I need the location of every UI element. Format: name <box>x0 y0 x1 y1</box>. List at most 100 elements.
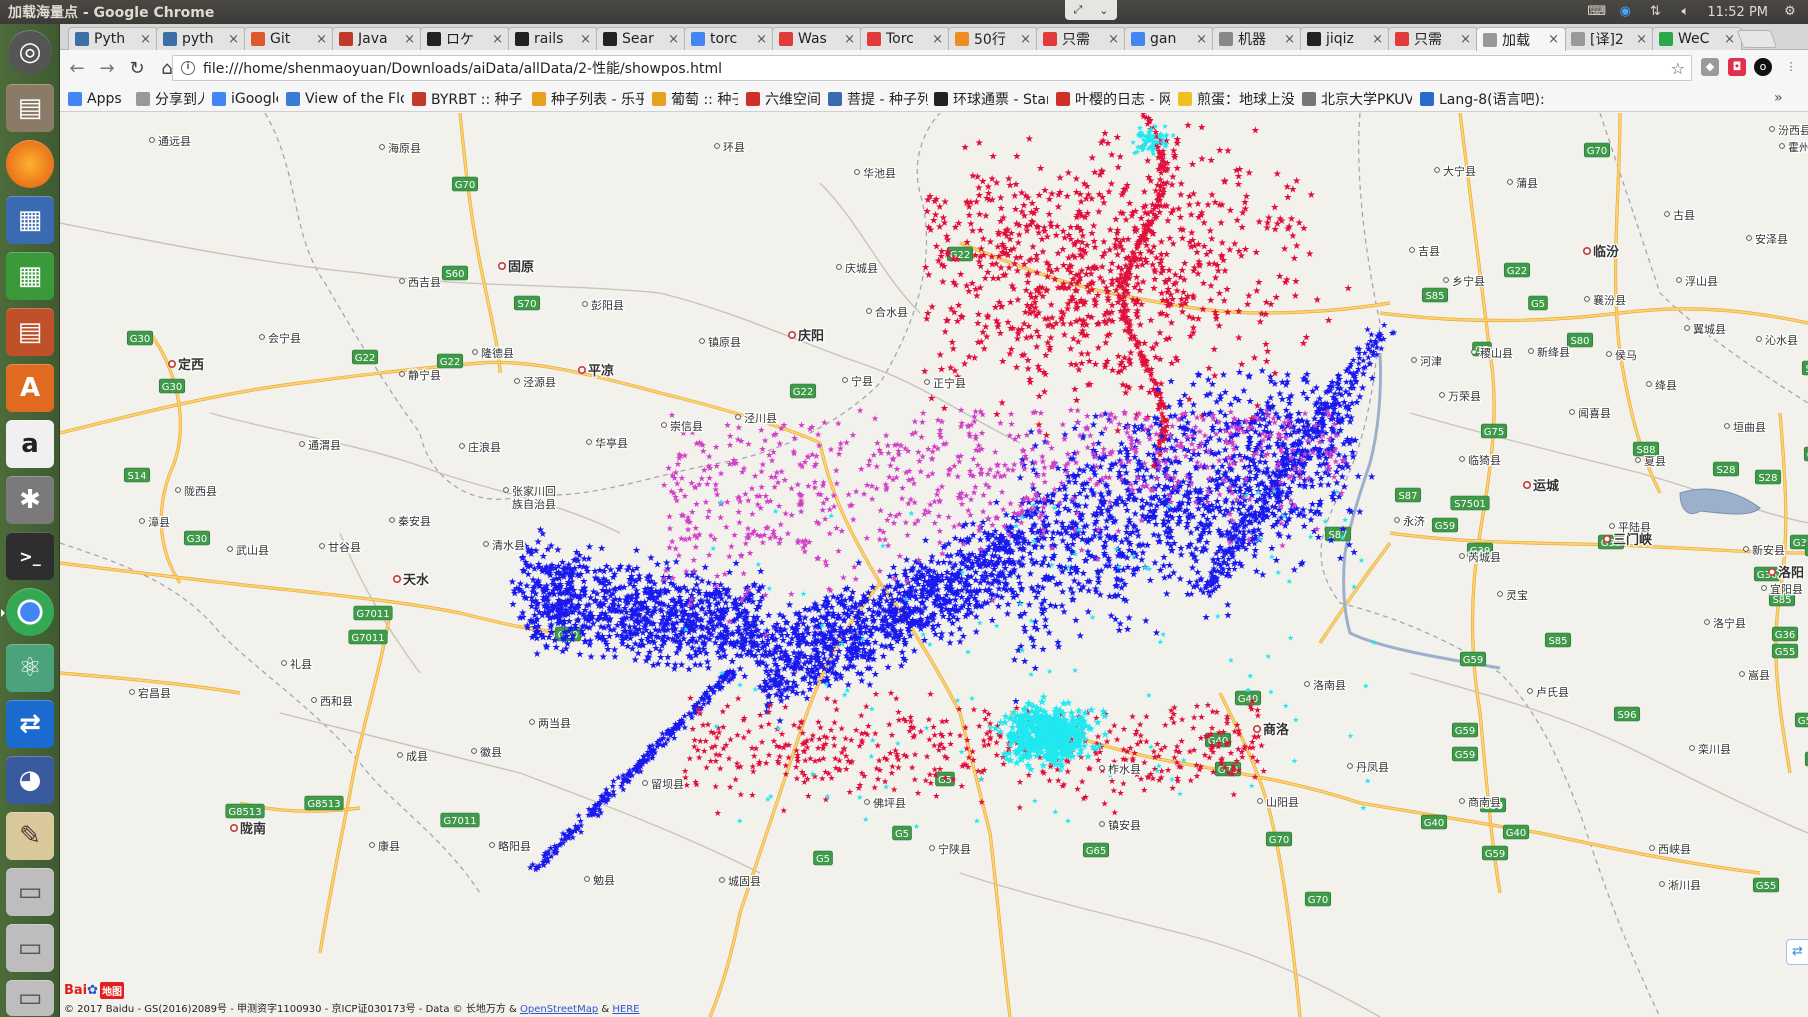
pidgin-icon[interactable]: ◕ <box>6 756 54 804</box>
reload-icon[interactable]: ↻ <box>124 55 150 81</box>
tab-3[interactable]: Java × <box>332 27 422 50</box>
tab-1[interactable]: pyth × <box>156 27 246 50</box>
software-center-icon[interactable]: A <box>6 364 54 412</box>
tab-17[interactable]: [译]2 × <box>1564 27 1654 50</box>
bookmark-3[interactable]: View of the Flow <box>286 90 404 108</box>
teamviewer-launcher-icon[interactable]: ⇄ <box>6 700 54 748</box>
bookmark-12[interactable]: 北京大学PKUVIS <box>1302 90 1412 108</box>
mass-point: ★ <box>979 328 988 339</box>
window-controls[interactable]: ⤢ ⌄ <box>1065 0 1117 20</box>
tab-12[interactable]: gan × <box>1124 27 1214 50</box>
tab-9[interactable]: Torc × <box>860 27 950 50</box>
mass-point: ★ <box>631 655 640 666</box>
close-tab-icon[interactable]: × <box>932 32 943 47</box>
chevron-down-icon[interactable]: ⌄ <box>1099 4 1108 17</box>
tab-4[interactable]: ロケ × <box>420 27 510 50</box>
tab-15[interactable]: 只需 × <box>1388 27 1478 50</box>
teamviewer-icon[interactable]: ◉ <box>1617 5 1633 19</box>
bookmark-6[interactable]: 葡萄 :: 种子 <box>652 90 738 108</box>
pocket-icon[interactable]: ◘ <box>1728 58 1746 76</box>
more-bookmarks-icon[interactable]: » <box>1774 90 1783 106</box>
close-tab-icon[interactable]: × <box>1020 32 1031 47</box>
tab-14[interactable]: jiqiz × <box>1300 27 1390 50</box>
mass-point: ★ <box>1184 121 1193 132</box>
terminal-icon[interactable]: >_ <box>6 532 54 580</box>
close-tab-icon[interactable]: × <box>1460 32 1471 47</box>
bookmark-0[interactable]: Apps <box>68 90 126 108</box>
close-tab-icon[interactable]: × <box>756 32 767 47</box>
bookmark-11[interactable]: 煎蛋：地球上没有 <box>1178 90 1294 108</box>
calc-icon[interactable]: ▦ <box>6 252 54 300</box>
close-tab-icon[interactable]: × <box>844 32 855 47</box>
bookmark-4[interactable]: BYRBT :: 种子 - P <box>412 90 524 108</box>
settings-icon[interactable]: ✱ <box>6 476 54 524</box>
drive-icon-3[interactable]: ▭ <box>6 980 54 1016</box>
baidu-map[interactable]: G70 S60 S70 G30 G22 G22 G30 G22 G22 G22 S85 G5 G5 S80… <box>60 113 1808 1017</box>
map-canvas[interactable]: G70S60S70G30G22 G22G30 G22G22G22S85G5G5S80… <box>60 113 1808 1017</box>
close-tab-icon[interactable]: × <box>1372 32 1383 47</box>
close-tab-icon[interactable]: × <box>1548 32 1559 47</box>
forward-arrow-icon[interactable]: → <box>94 55 120 81</box>
impress-icon[interactable]: ▤ <box>6 308 54 356</box>
chrome-menu-icon[interactable]: ⋮ <box>1782 58 1800 76</box>
close-tab-icon[interactable]: × <box>580 32 591 47</box>
tab-6[interactable]: Sear × <box>596 27 686 50</box>
close-tab-icon[interactable]: × <box>1196 32 1207 47</box>
chrome-icon[interactable] <box>1 588 54 636</box>
close-tab-icon[interactable]: × <box>1108 32 1119 47</box>
clock[interactable]: 11:52 PM <box>1707 5 1768 20</box>
address-bar[interactable]: i file:///home/shenmaoyuan/Downloads/aiD… <box>172 55 1692 81</box>
bookmark-7[interactable]: 六维空间 <box>746 90 820 108</box>
close-tab-icon[interactable]: × <box>228 32 239 47</box>
close-tab-icon[interactable]: × <box>140 32 151 47</box>
bookmark-8[interactable]: 菩提 - 种子列表 <box>828 90 928 108</box>
bookmark-star-icon[interactable]: ☆ <box>1671 59 1685 78</box>
tab-18[interactable]: WeC × <box>1652 27 1742 50</box>
restore-icon[interactable]: ⤢ <box>1073 3 1082 17</box>
close-tab-icon[interactable]: × <box>316 32 327 47</box>
new-tab-button[interactable] <box>1736 30 1778 48</box>
ubuntu-dash-icon[interactable]: ◎ <box>8 30 52 74</box>
mass-point: ★ <box>939 558 948 569</box>
tab-13[interactable]: 机器 × <box>1212 27 1302 50</box>
bookmark-13[interactable]: Lang-8(语言吧): <box>1420 90 1560 108</box>
close-tab-icon[interactable]: × <box>492 32 503 47</box>
amazon-icon[interactable]: a <box>6 420 54 468</box>
tab-7[interactable]: torc × <box>684 27 774 50</box>
tab-0[interactable]: Pyth × <box>68 27 158 50</box>
tab-8[interactable]: Was × <box>772 27 862 50</box>
gear-icon[interactable]: ⚙ <box>1782 5 1798 19</box>
tab-10[interactable]: 50行 × <box>948 27 1038 50</box>
text-editor-icon[interactable]: ✎ <box>6 812 54 860</box>
close-tab-icon[interactable]: × <box>668 32 679 47</box>
atom-icon[interactable]: ⚛ <box>6 644 54 692</box>
firefox-icon[interactable] <box>6 140 54 188</box>
keyboard-icon[interactable]: ⌨ <box>1587 5 1606 19</box>
close-tab-icon[interactable]: × <box>1636 32 1647 47</box>
writer-icon[interactable]: ▦ <box>6 196 54 244</box>
bookmark-1[interactable]: 分享到人人 <box>136 90 204 108</box>
bookmark-5[interactable]: 种子列表 - 乐乎P <box>532 90 644 108</box>
volume-icon[interactable]: 🔈︎ <box>1677 5 1693 19</box>
info-icon[interactable]: i <box>181 61 195 75</box>
bookmark-2[interactable]: iGoogle <box>212 90 278 108</box>
drive-icon[interactable]: ▭ <box>6 868 54 916</box>
tab-16[interactable]: 加载 × <box>1476 27 1566 51</box>
tab-11[interactable]: 只需 × <box>1036 27 1126 50</box>
files-icon[interactable]: ▤ <box>6 84 54 132</box>
close-tab-icon[interactable]: × <box>404 32 415 47</box>
extension-icon[interactable]: ◆ <box>1701 58 1719 76</box>
tab-2[interactable]: Git × <box>244 27 334 50</box>
drive-icon-2[interactable]: ▭ <box>6 924 54 972</box>
mass-point: ★ <box>840 609 849 620</box>
mass-point: ★ <box>1032 204 1041 215</box>
close-tab-icon[interactable]: × <box>1284 32 1295 47</box>
bookmark-9[interactable]: 环球通票 - Star A <box>934 90 1048 108</box>
tab-5[interactable]: rails × <box>508 27 598 50</box>
close-tab-icon[interactable]: × <box>1724 32 1735 47</box>
network-icon[interactable]: ⇅ <box>1647 5 1663 19</box>
bookmark-10[interactable]: 叶樱的日志 - 网易 <box>1056 90 1170 108</box>
extension-o-icon[interactable]: o <box>1754 58 1772 76</box>
back-arrow-icon[interactable]: ← <box>64 55 90 81</box>
mass-point: ★ <box>1299 374 1308 385</box>
